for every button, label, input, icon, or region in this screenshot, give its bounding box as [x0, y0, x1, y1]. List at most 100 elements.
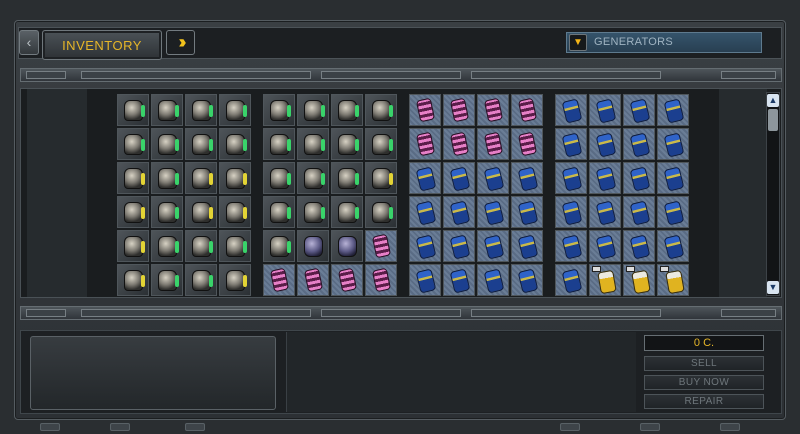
- inventory-slot[interactable]: [297, 94, 329, 126]
- inventory-slot[interactable]: [263, 162, 295, 194]
- inventory-slot[interactable]: [151, 162, 183, 194]
- inventory-slot[interactable]: [443, 196, 475, 228]
- tab-inventory[interactable]: INVENTORY: [42, 30, 162, 60]
- inventory-slot[interactable]: [657, 264, 689, 296]
- inventory-slot[interactable]: [297, 196, 329, 228]
- inventory-slot[interactable]: [589, 94, 621, 126]
- inventory-slot[interactable]: [365, 162, 397, 194]
- inventory-slot[interactable]: [589, 162, 621, 194]
- inventory-slot[interactable]: [511, 196, 543, 228]
- inventory-slot[interactable]: [589, 230, 621, 262]
- category-dropdown[interactable]: ▼ GENERATORS: [566, 32, 762, 53]
- inventory-slot[interactable]: [297, 128, 329, 160]
- inventory-slot[interactable]: [555, 94, 587, 126]
- inventory-slot[interactable]: [185, 196, 217, 228]
- inventory-slot[interactable]: [219, 94, 251, 126]
- inventory-scrollbar[interactable]: ▲ ▼: [766, 92, 780, 296]
- inventory-slot[interactable]: [151, 196, 183, 228]
- inventory-slot[interactable]: [151, 94, 183, 126]
- inventory-slot[interactable]: [331, 196, 363, 228]
- inventory-slot[interactable]: [623, 162, 655, 194]
- inventory-slot[interactable]: [263, 94, 295, 126]
- inventory-slot[interactable]: [331, 162, 363, 194]
- scroll-thumb[interactable]: [768, 109, 778, 131]
- inventory-slot[interactable]: [443, 128, 475, 160]
- inventory-slot[interactable]: [589, 196, 621, 228]
- inventory-slot[interactable]: [185, 230, 217, 262]
- inventory-slot[interactable]: [511, 230, 543, 262]
- inventory-slot[interactable]: [477, 94, 509, 126]
- inventory-slot[interactable]: [589, 264, 621, 296]
- inventory-slot[interactable]: [477, 196, 509, 228]
- inventory-slot[interactable]: [365, 196, 397, 228]
- back-button[interactable]: ‹: [19, 30, 39, 55]
- inventory-slot[interactable]: [365, 128, 397, 160]
- inventory-slot[interactable]: [365, 230, 397, 262]
- inventory-slot[interactable]: [117, 94, 149, 126]
- inventory-slot[interactable]: [117, 264, 149, 296]
- inventory-slot[interactable]: [555, 230, 587, 262]
- inventory-slot[interactable]: [657, 94, 689, 126]
- inventory-slot[interactable]: [623, 230, 655, 262]
- inventory-slot[interactable]: [117, 162, 149, 194]
- inventory-slot[interactable]: [219, 196, 251, 228]
- inventory-slot[interactable]: [657, 128, 689, 160]
- inventory-slot[interactable]: [657, 196, 689, 228]
- inventory-slot[interactable]: [365, 94, 397, 126]
- inventory-slot[interactable]: [409, 94, 441, 126]
- repair-button[interactable]: REPAIR: [644, 394, 764, 409]
- inventory-slot[interactable]: [477, 230, 509, 262]
- buy-now-button[interactable]: BUY NOW: [644, 375, 764, 390]
- inventory-slot[interactable]: [117, 230, 149, 262]
- inventory-slot[interactable]: [331, 264, 363, 296]
- inventory-slot[interactable]: [511, 264, 543, 296]
- inventory-slot[interactable]: [151, 264, 183, 296]
- inventory-slot[interactable]: [555, 264, 587, 296]
- inventory-slot[interactable]: [219, 230, 251, 262]
- inventory-slot[interactable]: [219, 264, 251, 296]
- inventory-slot[interactable]: [219, 162, 251, 194]
- inventory-slot[interactable]: [263, 196, 295, 228]
- inventory-slot[interactable]: [365, 264, 397, 296]
- inventory-slot[interactable]: [409, 230, 441, 262]
- inventory-slot[interactable]: [263, 264, 295, 296]
- inventory-slot[interactable]: [657, 162, 689, 194]
- inventory-slot[interactable]: [263, 128, 295, 160]
- inventory-slot[interactable]: [409, 264, 441, 296]
- inventory-slot[interactable]: [555, 128, 587, 160]
- inventory-slot[interactable]: [409, 128, 441, 160]
- inventory-slot[interactable]: [185, 264, 217, 296]
- inventory-slot[interactable]: [151, 128, 183, 160]
- inventory-slot[interactable]: [477, 162, 509, 194]
- inventory-slot[interactable]: [331, 94, 363, 126]
- sell-button[interactable]: SELL: [644, 356, 764, 371]
- inventory-slot[interactable]: [331, 128, 363, 160]
- inventory-slot[interactable]: [477, 128, 509, 160]
- inventory-slot[interactable]: [185, 162, 217, 194]
- inventory-slot[interactable]: [555, 162, 587, 194]
- inventory-slot[interactable]: [331, 230, 363, 262]
- inventory-slot[interactable]: [185, 128, 217, 160]
- inventory-slot[interactable]: [657, 230, 689, 262]
- inventory-slot[interactable]: [409, 162, 441, 194]
- inventory-slot[interactable]: [623, 128, 655, 160]
- inventory-slot[interactable]: [185, 94, 217, 126]
- inventory-slot[interactable]: [623, 94, 655, 126]
- inventory-slot[interactable]: [623, 264, 655, 296]
- inventory-slot[interactable]: [117, 128, 149, 160]
- inventory-slot[interactable]: [297, 230, 329, 262]
- inventory-slot[interactable]: [477, 264, 509, 296]
- forward-button[interactable]: ››: [166, 30, 195, 55]
- scroll-up-arrow-icon[interactable]: ▲: [767, 94, 779, 107]
- inventory-slot[interactable]: [511, 128, 543, 160]
- inventory-slot[interactable]: [297, 162, 329, 194]
- inventory-slot[interactable]: [443, 264, 475, 296]
- inventory-slot[interactable]: [219, 128, 251, 160]
- inventory-slot[interactable]: [555, 196, 587, 228]
- inventory-slot[interactable]: [409, 196, 441, 228]
- inventory-slot[interactable]: [443, 230, 475, 262]
- inventory-slot[interactable]: [297, 264, 329, 296]
- inventory-slot[interactable]: [623, 196, 655, 228]
- inventory-slot[interactable]: [263, 230, 295, 262]
- inventory-slot[interactable]: [443, 94, 475, 126]
